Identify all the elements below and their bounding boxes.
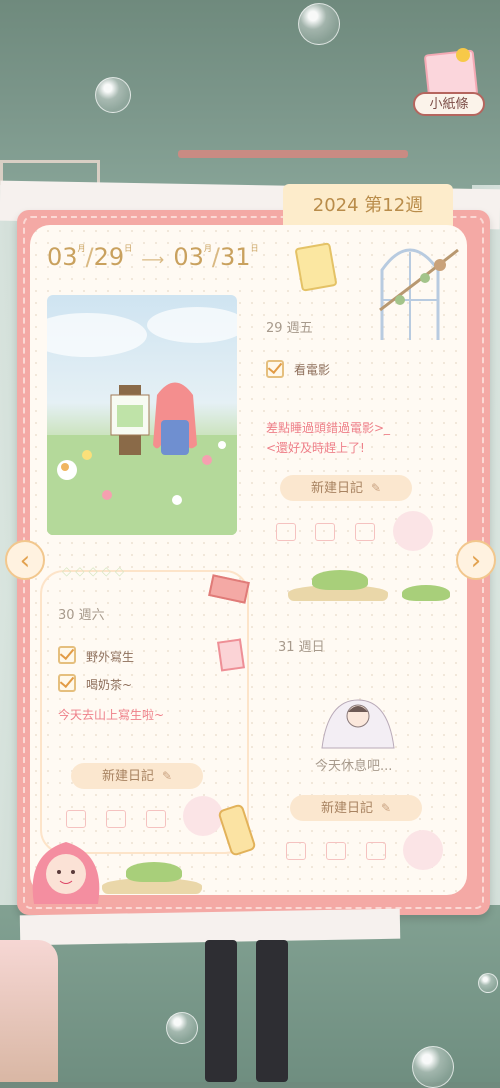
next-page-button[interactable]: › (456, 540, 496, 580)
resting-character-icon (321, 699, 395, 749)
sticker-slot[interactable] (366, 842, 386, 860)
edit-icon: ✎ (370, 481, 382, 495)
note-line: 差點睡過頭錯過電影>_ (266, 421, 391, 435)
note-line: <還好及時趕上了! (266, 441, 365, 455)
sticker-slot[interactable] (315, 523, 335, 541)
end-month: 03 (173, 243, 204, 271)
sticker-slot[interactable] (146, 810, 166, 828)
date-range: 03月/29日 ⟶ 03月/31日 (47, 243, 259, 271)
shelf-decoration (178, 150, 408, 158)
week-tab: 2024 第12週 (283, 184, 453, 228)
bubble-decoration (478, 973, 498, 993)
task-checkbox[interactable] (266, 360, 284, 378)
end-day: 31 (219, 243, 251, 271)
new-entry-button[interactable]: 新建日記 ✎ (71, 763, 203, 789)
chevron-left-icon: ‹ (19, 546, 31, 576)
stamp-slot[interactable] (403, 830, 443, 870)
character-legs (256, 940, 288, 1082)
window-branch-sticker (379, 248, 459, 340)
character-legs (205, 940, 237, 1082)
task-checkbox[interactable] (58, 674, 76, 692)
bush-decoration (402, 585, 450, 601)
rest-text: 今天休息吧... (315, 759, 393, 774)
start-day: 29 (93, 243, 125, 271)
sticker-slot[interactable] (286, 842, 306, 860)
task-label: 野外寫生 (86, 650, 135, 664)
new-entry-label: 新建日記 (320, 801, 373, 816)
swing-decoration (0, 940, 58, 1082)
new-entry-label: 新建日記 (101, 769, 154, 784)
sticker-slot[interactable] (326, 842, 346, 860)
start-month: 03 (47, 243, 78, 271)
sticker-slot[interactable] (66, 810, 86, 828)
day-title-31: 31 週日 (278, 640, 325, 655)
new-entry-button[interactable]: 新建日記 ✎ (290, 795, 422, 821)
bubble-decoration (298, 3, 340, 45)
girl-sticker (32, 842, 100, 904)
diamond-decoration: ◇◇◇◇◇ (62, 564, 129, 578)
note-badge[interactable]: 小紙條 (413, 92, 485, 116)
sun-icon (456, 48, 470, 62)
chevron-right-icon: › (470, 546, 482, 576)
start-day-unit: 日 (124, 244, 133, 253)
stamp-slot[interactable] (393, 511, 433, 551)
day-title-29: 29 週五 (266, 321, 313, 336)
bread-sticker-icon (294, 242, 338, 292)
week-label: 2024 第12週 (312, 195, 424, 216)
sticker-slot[interactable] (355, 523, 375, 541)
edit-icon: ✎ (380, 801, 392, 815)
bush-decoration (312, 570, 368, 590)
day-title-30: 30 週六 (58, 608, 105, 623)
edit-icon: ✎ (161, 769, 173, 783)
note-line: 今天去山上寫生啦~ (58, 708, 165, 722)
end-day-unit: 日 (250, 244, 259, 253)
stamp-slot[interactable] (183, 796, 223, 836)
new-entry-button[interactable]: 新建日記 ✎ (280, 475, 412, 501)
bubble-decoration (166, 1012, 198, 1044)
sticker-slot[interactable] (276, 523, 296, 541)
painting-scene-image (47, 307, 237, 535)
note-badge-label: 小紙條 (429, 97, 469, 112)
card-sticker-icon (217, 638, 245, 672)
task-checkbox[interactable] (58, 646, 76, 664)
sticker-slot[interactable] (106, 810, 126, 828)
new-entry-label: 新建日記 (310, 481, 363, 496)
task-label: 喝奶茶~ (86, 678, 133, 692)
diary-photo[interactable] (47, 295, 237, 535)
bubble-decoration (95, 77, 131, 113)
prev-page-button[interactable]: ‹ (5, 540, 45, 580)
bush-decoration (126, 862, 182, 882)
task-label: 看電影 (294, 363, 331, 377)
end-month-unit: 月 (203, 244, 212, 253)
start-month-unit: 月 (77, 244, 86, 253)
